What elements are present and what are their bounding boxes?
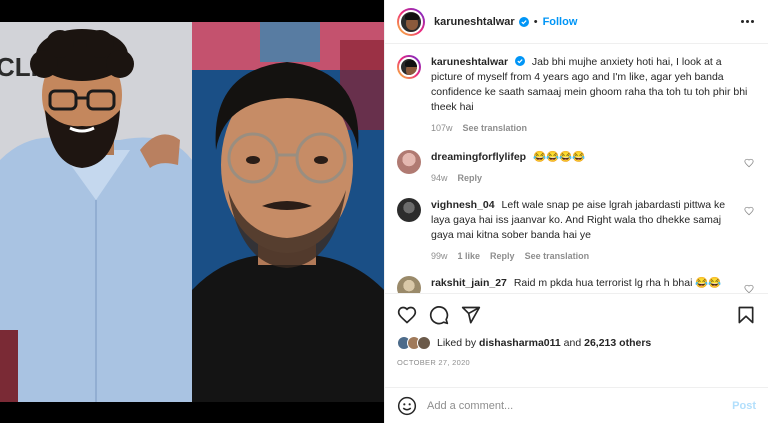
commenter-avatar[interactable] bbox=[397, 276, 421, 293]
comment-text: Raid m pkda hua terrorist lg rha h bhai … bbox=[513, 277, 722, 289]
comment-text: 😂😂😂😂 bbox=[533, 151, 586, 163]
add-comment-bar: Post bbox=[385, 387, 768, 423]
comment-username[interactable]: vighnesh_04 bbox=[431, 199, 495, 211]
like-comment-heart-icon[interactable] bbox=[744, 158, 754, 168]
like-comment-heart-icon[interactable] bbox=[744, 206, 754, 216]
comment-input[interactable] bbox=[427, 399, 733, 412]
commenter-avatar[interactable] bbox=[397, 198, 421, 222]
reply-button[interactable]: Reply bbox=[458, 171, 483, 186]
comment-item: dreamingforflylifep 😂😂😂😂 94w Reply bbox=[397, 150, 754, 186]
likes-count[interactable]: 26,213 others bbox=[584, 337, 651, 349]
bookmark-icon[interactable] bbox=[736, 305, 756, 325]
comment-age[interactable]: 94w bbox=[431, 171, 448, 186]
comment-age[interactable]: 99w bbox=[431, 249, 448, 264]
caption-author-avatar[interactable] bbox=[397, 55, 421, 79]
caption-username[interactable]: karuneshtalwar bbox=[431, 56, 508, 68]
header-separator: • bbox=[533, 15, 538, 28]
likes-connector: and bbox=[563, 337, 582, 349]
comment-item: rakshit_jain_27 Raid m pkda hua terroris… bbox=[397, 276, 754, 293]
see-translation-link[interactable]: See translation bbox=[525, 249, 590, 264]
post-date[interactable]: OCTOBER 27, 2020 bbox=[397, 358, 756, 367]
commenter-avatar[interactable] bbox=[397, 150, 421, 174]
like-comment-heart-icon[interactable] bbox=[744, 284, 754, 293]
comment-item: vighnesh_04 Left wale snap pe aise lgrah… bbox=[397, 198, 754, 264]
comment-likes[interactable]: 1 like bbox=[458, 249, 481, 264]
likes-prefix: Liked by bbox=[437, 337, 477, 349]
comments-list[interactable]: karuneshtalwar Jab bhi mujhe anxiety hot… bbox=[385, 45, 768, 293]
follow-button[interactable]: Follow bbox=[543, 16, 578, 28]
author-avatar[interactable] bbox=[397, 7, 425, 36]
verified-badge-icon bbox=[518, 16, 529, 27]
comment-icon[interactable] bbox=[429, 305, 449, 325]
before-after-photo: CLI bbox=[0, 0, 384, 423]
post-caption: karuneshtalwar Jab bhi mujhe anxiety hot… bbox=[397, 55, 754, 136]
liked-by-user[interactable]: dishasharma011 bbox=[479, 337, 561, 349]
caption-age[interactable]: 107w bbox=[431, 121, 453, 136]
reply-button[interactable]: Reply bbox=[490, 249, 515, 264]
verified-badge-icon bbox=[514, 56, 525, 66]
share-icon[interactable] bbox=[461, 305, 481, 325]
post-header: karuneshtalwar • Follow bbox=[385, 0, 768, 44]
comment-username[interactable]: dreamingforflylifep bbox=[431, 151, 526, 163]
instagram-post: CLI karuneshtalwar • Follow karuneshtalw… bbox=[0, 0, 768, 423]
likes-summary: Liked by dishasharma011 and 26,213 other… bbox=[397, 336, 756, 350]
post-image[interactable]: CLI bbox=[0, 0, 384, 423]
post-actions: Liked by dishasharma011 and 26,213 other… bbox=[385, 293, 768, 367]
more-options-icon[interactable] bbox=[741, 20, 754, 23]
comment-username[interactable]: rakshit_jain_27 bbox=[431, 277, 507, 289]
post-details-panel: karuneshtalwar • Follow karuneshtalwar J… bbox=[384, 0, 768, 423]
see-translation-link[interactable]: See translation bbox=[463, 121, 528, 136]
emoji-icon[interactable] bbox=[397, 396, 417, 416]
author-username[interactable]: karuneshtalwar bbox=[434, 16, 515, 28]
heart-icon[interactable] bbox=[397, 305, 417, 325]
liker-avatars[interactable] bbox=[397, 336, 431, 350]
post-comment-button[interactable]: Post bbox=[732, 400, 756, 412]
